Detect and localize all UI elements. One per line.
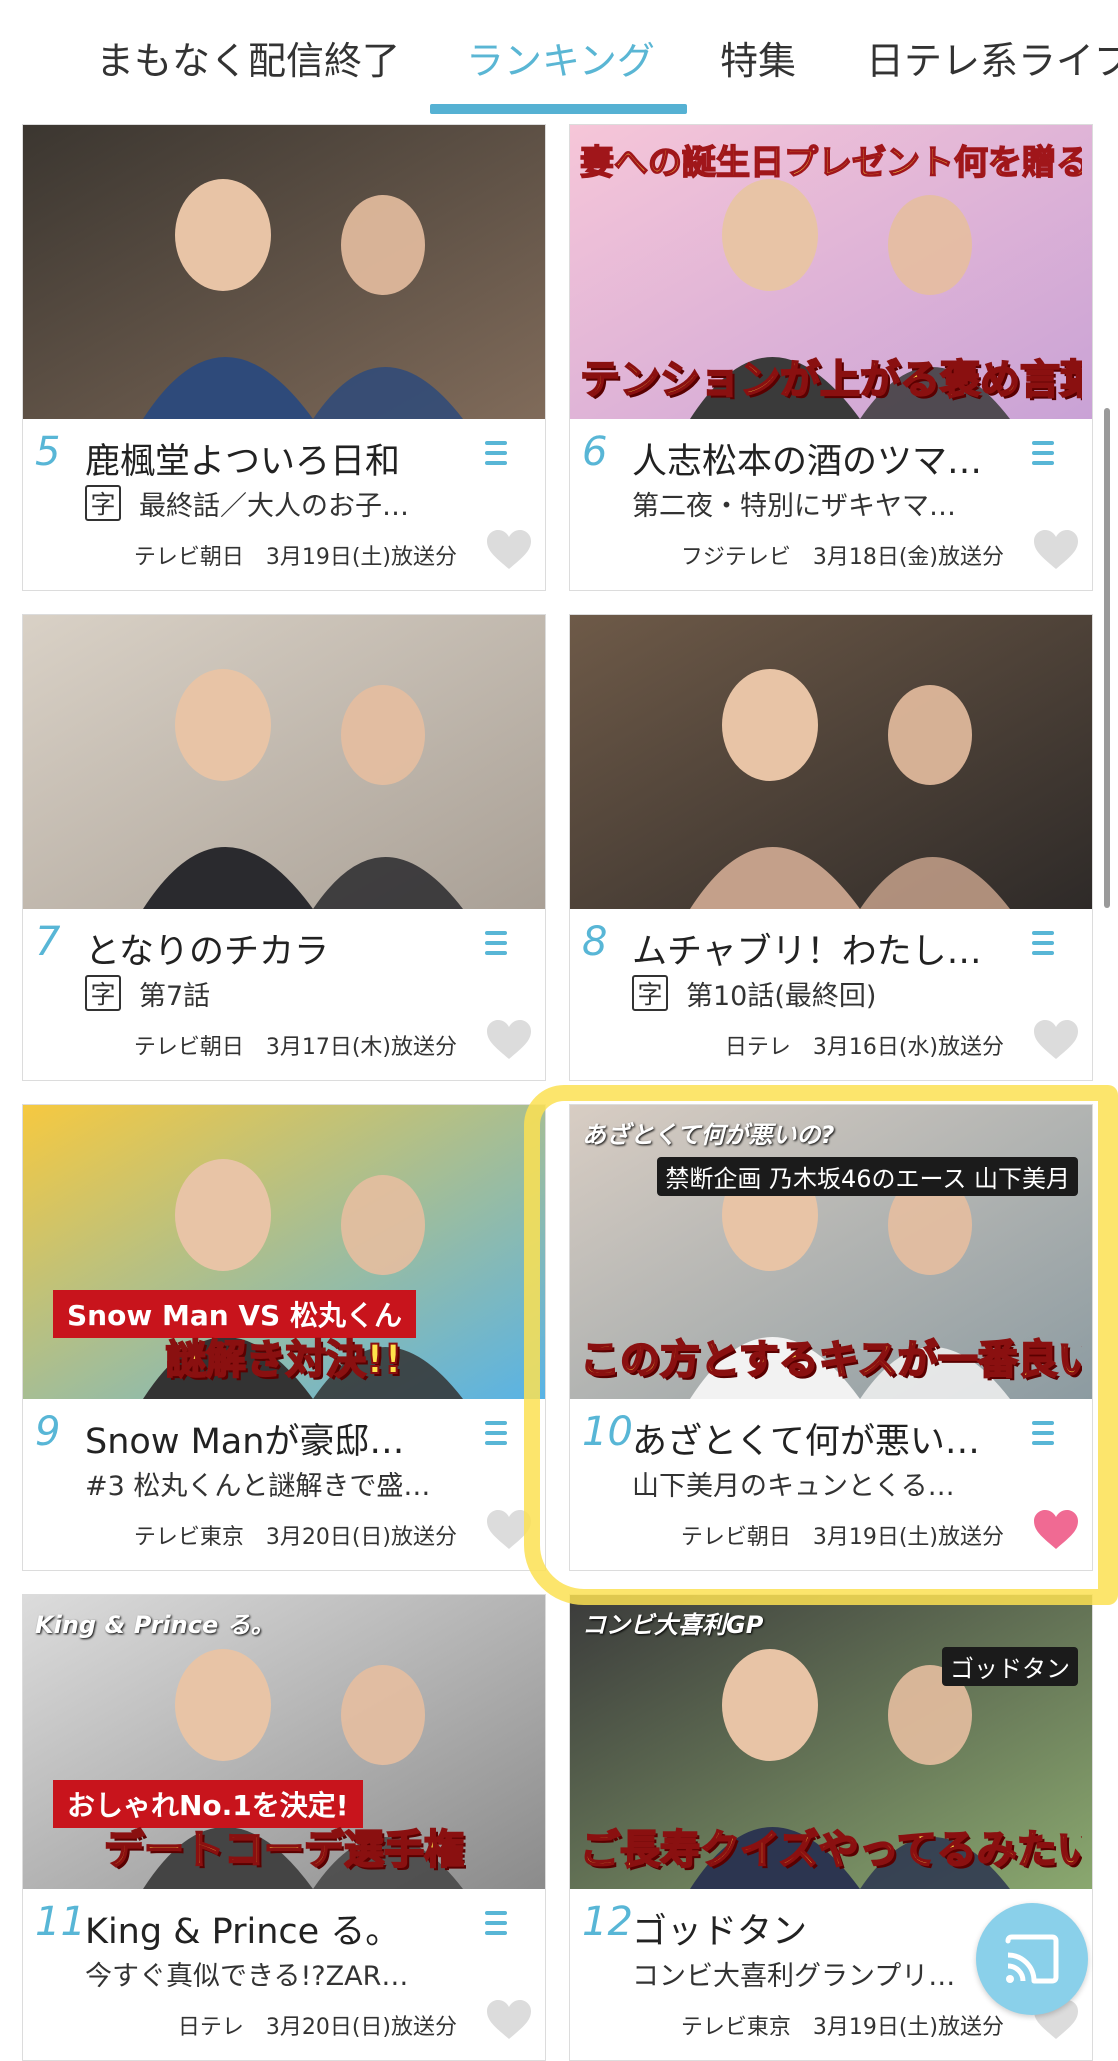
- thumbnail-image[interactable]: King & Prince る。 おしゃれNo.1を決定! デートコーデ選手権: [23, 1595, 545, 1889]
- program-title[interactable]: King & Prince る。: [85, 1903, 475, 1954]
- rank-number: 5: [35, 429, 61, 475]
- cast-button[interactable]: [976, 1903, 1088, 2015]
- broadcast-info: テレビ朝日 3月17日(木)放送分: [133, 1035, 457, 1060]
- broadcast-info: 日テレ 3月20日(日)放送分: [177, 2015, 457, 2040]
- broadcast-info: テレビ朝日 3月19日(土)放送分: [680, 1525, 1004, 1550]
- broadcast-info: テレビ東京 3月20日(日)放送分: [133, 1525, 457, 1550]
- ranking-card[interactable]: King & Prince る。 おしゃれNo.1を決定! デートコーデ選手権 11…: [22, 1594, 546, 2061]
- list-icon[interactable]: [485, 931, 507, 961]
- thumb-caption: テンションが上がる褒め言葉: [580, 356, 1082, 404]
- rank-number: 7: [35, 919, 61, 965]
- thumb-caption: デートコーデ選手権: [103, 1826, 465, 1874]
- episode-subtitle-text: 最終話／大人のお子…: [139, 490, 409, 522]
- episode-subtitle: #3 松丸くんと謎解きで盛…: [85, 1463, 475, 1503]
- thumb-caption: 謎解き対決!!: [165, 1336, 403, 1384]
- rank-number: 11: [35, 1899, 86, 1945]
- episode-subtitle: 字最終話／大人のお子…: [85, 483, 475, 523]
- cast-icon: [1005, 1934, 1059, 1984]
- episode-subtitle: 第二夜・特別にザキヤマ…: [632, 483, 1022, 523]
- thumbnail-image[interactable]: コンビ大喜利GP ゴッドタンご長寿クイズやってるみたい: [570, 1595, 1092, 1889]
- thumb-caption: ご長寿クイズやってるみたい: [580, 1826, 1082, 1874]
- tab-feature[interactable]: 特集: [720, 30, 796, 85]
- list-icon[interactable]: [485, 1421, 507, 1451]
- episode-subtitle: 今すぐ真似できる!?ZAR…: [85, 1953, 475, 1993]
- program-title[interactable]: となりのチカラ: [85, 923, 475, 974]
- list-icon[interactable]: [485, 441, 507, 471]
- thumb-logo: あざとくて何が悪いの?: [582, 1121, 835, 1149]
- program-title[interactable]: ムチャブリ！わたし…: [632, 923, 1022, 974]
- tab-ranking[interactable]: ランキング: [466, 30, 655, 85]
- thumb-headline: 妻への誕生日プレゼント何を贈る?: [580, 142, 1082, 184]
- episode-subtitle-text: 第10話(最終回): [686, 980, 877, 1012]
- tab-ending-soon[interactable]: まもなく配信終了: [96, 30, 400, 85]
- episode-subtitle-text: 山下美月のキュンとくる…: [632, 1470, 955, 1502]
- thumb-caption: この方とするキスが一番良いんだ: [580, 1336, 1082, 1384]
- heart-icon[interactable]: [485, 529, 533, 571]
- active-tab-indicator: [430, 104, 687, 114]
- rank-number: 6: [582, 429, 608, 475]
- broadcast-info: フジテレビ 3月18日(金)放送分: [680, 545, 1004, 570]
- heart-icon[interactable]: [485, 1999, 533, 2041]
- broadcast-info: テレビ朝日 3月19日(土)放送分: [133, 545, 457, 570]
- scrollbar[interactable]: [1104, 408, 1110, 908]
- category-tabs: まもなく配信終了 ランキング 特集 日テレ系ライブ: [0, 0, 1118, 120]
- ranking-card[interactable]: あざとくて何が悪いの? 禁断企画 乃木坂46のエース 山下美月この方とするキスが一…: [569, 1104, 1093, 1571]
- episode-subtitle-text: 今すぐ真似できる!?ZAR…: [85, 1960, 409, 1992]
- thumb-badge: 禁断企画 乃木坂46のエース 山下美月: [657, 1157, 1078, 1196]
- thumbnail-image[interactable]: Snow Man VS 松丸くん 謎解き対決!!: [23, 1105, 545, 1399]
- ranking-grid: 5 鹿楓堂よついろ日和 字最終話／大人のお子… テレビ朝日 3月19日(土)放送…: [0, 0, 1118, 2061]
- program-title[interactable]: Snow Manが豪邸…: [85, 1413, 475, 1464]
- list-icon[interactable]: [485, 1911, 507, 1941]
- episode-subtitle: コンビ大喜利グランプリ…: [632, 1953, 1022, 1993]
- heart-icon[interactable]: [1032, 1019, 1080, 1061]
- subtitle-badge-icon: 字: [85, 485, 121, 521]
- thumbnail-image[interactable]: [23, 615, 545, 909]
- heart-icon[interactable]: [485, 1509, 533, 1551]
- ranking-card[interactable]: 7 となりのチカラ 字第7話 テレビ朝日 3月17日(木)放送分: [22, 614, 546, 1081]
- rank-number: 9: [35, 1409, 61, 1455]
- episode-subtitle-text: コンビ大喜利グランプリ…: [632, 1960, 956, 1992]
- ranking-card[interactable]: 8 ムチャブリ！わたし… 字第10話(最終回) 日テレ 3月16日(水)放送分: [569, 614, 1093, 1081]
- program-title[interactable]: 鹿楓堂よついろ日和: [85, 433, 475, 484]
- list-icon[interactable]: [1032, 931, 1054, 961]
- episode-subtitle: 字第7話: [85, 973, 475, 1013]
- program-title[interactable]: あざとくて何が悪い…: [632, 1413, 1022, 1464]
- broadcast-info: 日テレ 3月16日(水)放送分: [724, 1035, 1004, 1060]
- program-title[interactable]: 人志松本の酒のツマ…: [632, 433, 1022, 484]
- heart-icon[interactable]: [485, 1019, 533, 1061]
- rank-number: 12: [582, 1899, 633, 1945]
- ranking-card[interactable]: 5 鹿楓堂よついろ日和 字最終話／大人のお子… テレビ朝日 3月19日(土)放送…: [22, 124, 546, 591]
- rank-number: 10: [582, 1409, 633, 1455]
- heart-icon[interactable]: [1032, 1509, 1080, 1551]
- list-icon[interactable]: [1032, 441, 1054, 471]
- ranking-card[interactable]: Snow Man VS 松丸くん 謎解き対決!! 9 Snow Manが豪邸… #…: [22, 1104, 546, 1571]
- broadcast-info: テレビ東京 3月19日(土)放送分: [680, 2015, 1004, 2040]
- thumb-badge: ゴッドタン: [942, 1647, 1078, 1686]
- thumb-logo: King & Prince る。: [35, 1611, 275, 1639]
- subtitle-badge-icon: 字: [85, 975, 121, 1011]
- episode-subtitle: 山下美月のキュンとくる…: [632, 1463, 1022, 1503]
- tab-ntv-live[interactable]: 日テレ系ライブ: [866, 30, 1118, 85]
- heart-icon[interactable]: [1032, 529, 1080, 571]
- rank-number: 8: [582, 919, 608, 965]
- ranking-card[interactable]: 妻への誕生日プレゼント何を贈る? テンションが上がる褒め言葉 6 人志松本の酒のツ…: [569, 124, 1093, 591]
- subtitle-badge-icon: 字: [632, 975, 668, 1011]
- list-icon[interactable]: [1032, 1421, 1054, 1451]
- thumbnail-image[interactable]: [570, 615, 1092, 909]
- thumbnail-image[interactable]: [23, 125, 545, 419]
- episode-subtitle-text: #3 松丸くんと謎解きで盛…: [85, 1470, 431, 1502]
- thumb-logo: コンビ大喜利GP: [582, 1611, 764, 1639]
- episode-subtitle-text: 第7話: [139, 980, 211, 1012]
- thumbnail-image[interactable]: 妻への誕生日プレゼント何を贈る? テンションが上がる褒め言葉: [570, 125, 1092, 419]
- thumbnail-image[interactable]: あざとくて何が悪いの? 禁断企画 乃木坂46のエース 山下美月この方とするキスが一…: [570, 1105, 1092, 1399]
- episode-subtitle: 字第10話(最終回): [632, 973, 1022, 1013]
- episode-subtitle-text: 第二夜・特別にザキヤマ…: [632, 490, 956, 522]
- program-title[interactable]: ゴッドタン: [632, 1903, 1022, 1954]
